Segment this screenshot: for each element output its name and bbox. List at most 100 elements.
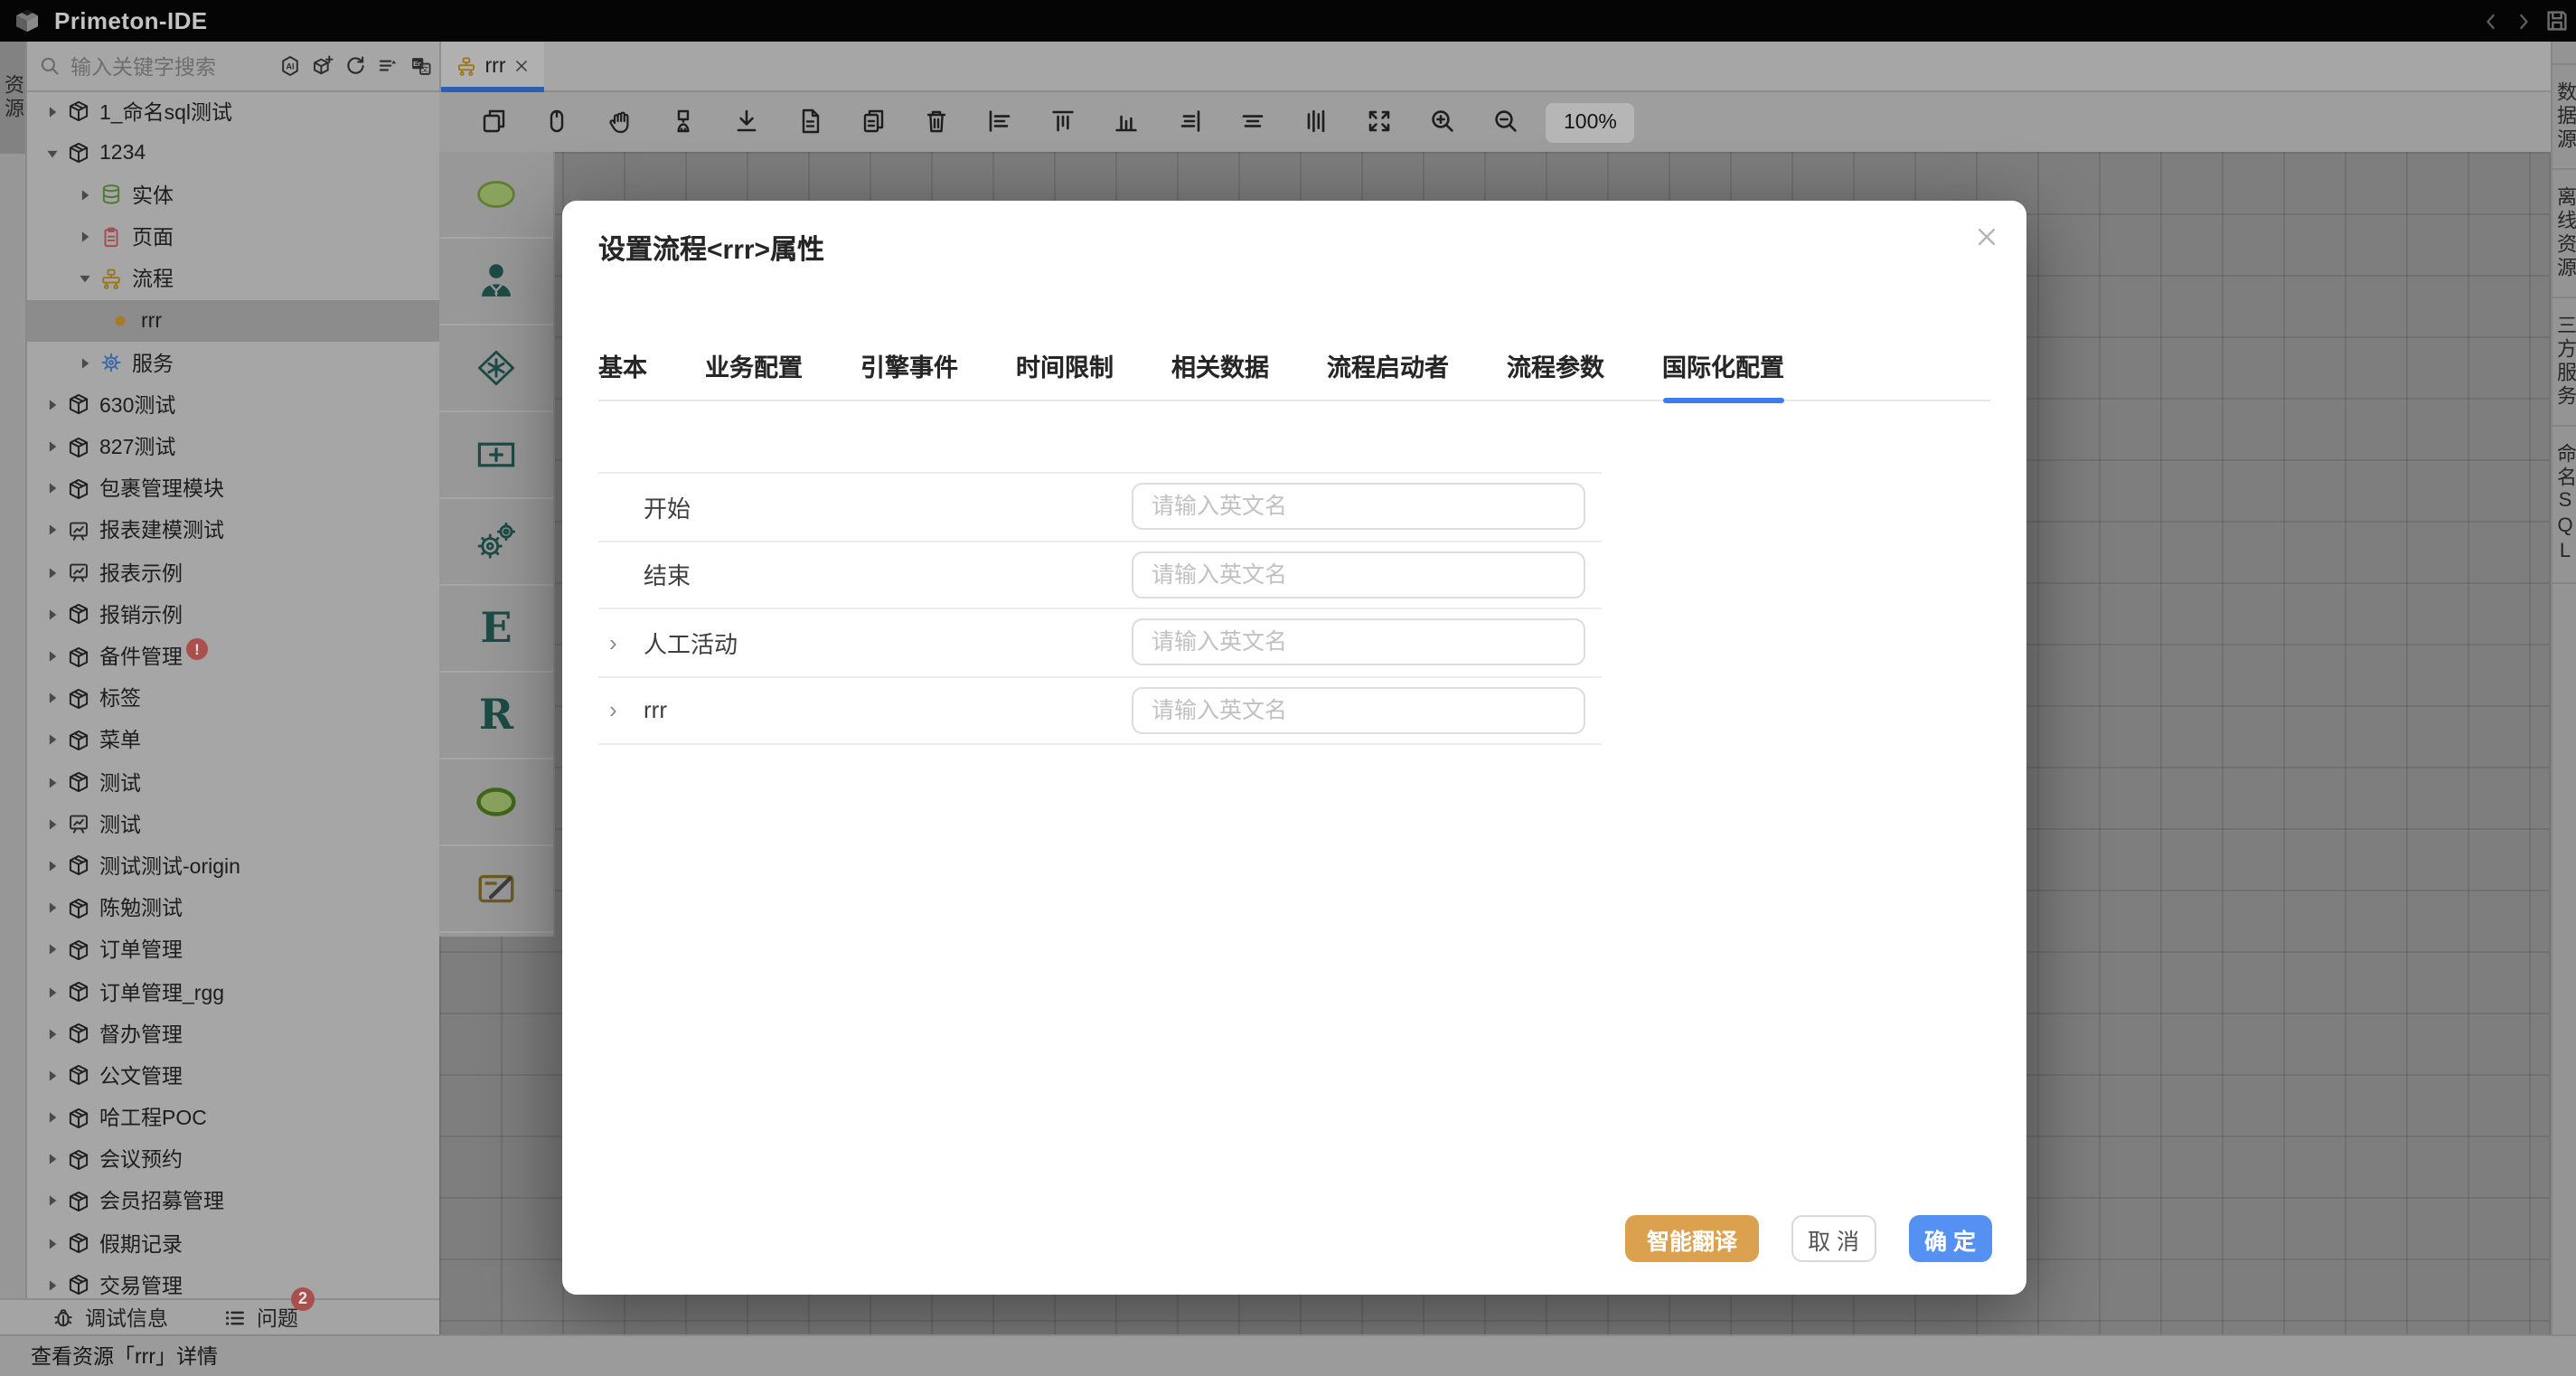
tree-item[interactable]: 公文管理 bbox=[27, 1055, 439, 1097]
nav-forward-button[interactable] bbox=[2507, 5, 2540, 37]
rail-tab-resources[interactable]: 资源 bbox=[0, 42, 25, 154]
caret-right-icon[interactable] bbox=[76, 228, 94, 246]
tree-item[interactable]: 交易管理 bbox=[27, 1265, 439, 1299]
caret-right-icon[interactable] bbox=[43, 1192, 61, 1211]
translate-button[interactable] bbox=[409, 50, 432, 82]
palette-item-form[interactable] bbox=[439, 846, 553, 933]
caret-right-icon[interactable] bbox=[43, 941, 61, 959]
zoom-out-button[interactable] bbox=[1491, 106, 1520, 138]
debug-info-tab[interactable]: 调试信息 bbox=[51, 1304, 168, 1333]
caret-right-icon[interactable] bbox=[43, 899, 61, 917]
problems-tab[interactable]: 问题 2 bbox=[222, 1304, 298, 1333]
caret-right-icon[interactable] bbox=[43, 647, 61, 665]
tree-item[interactable]: 会议预约 bbox=[27, 1138, 439, 1180]
caret-right-icon[interactable] bbox=[43, 1277, 61, 1295]
english-name-input[interactable] bbox=[1132, 484, 1585, 531]
caret-right-icon[interactable] bbox=[43, 1067, 61, 1085]
caret-right-icon[interactable] bbox=[43, 102, 61, 120]
caret-right-icon[interactable] bbox=[43, 563, 61, 581]
expand-chevron-icon[interactable]: › bbox=[609, 631, 635, 655]
right-rail-tab[interactable]: 命名SQL bbox=[2552, 427, 2576, 584]
palette-item-auto[interactable] bbox=[439, 499, 553, 586]
dialog-tab[interactable]: 流程启动者 bbox=[1327, 347, 1449, 400]
zoom-in-button[interactable] bbox=[1428, 106, 1457, 138]
ai-button[interactable] bbox=[278, 50, 302, 82]
caret-right-icon[interactable] bbox=[43, 396, 61, 414]
caret-right-icon[interactable] bbox=[43, 731, 61, 749]
english-name-input[interactable] bbox=[1132, 551, 1585, 598]
tree-item[interactable]: 服务 bbox=[27, 342, 439, 383]
file-button[interactable] bbox=[795, 106, 824, 138]
dialog-tab[interactable]: 国际化配置 bbox=[1662, 347, 1784, 400]
brush-button[interactable] bbox=[669, 106, 698, 138]
dialog-tab[interactable]: 基本 bbox=[598, 347, 647, 400]
tree-item[interactable]: 报表建模测试 bbox=[27, 510, 439, 551]
fullscreen-button[interactable] bbox=[1365, 106, 1394, 138]
smart-translate-button[interactable]: 智能翻译 bbox=[1625, 1215, 1759, 1262]
editor-tab-rrr[interactable]: rrr bbox=[441, 42, 544, 90]
save-button[interactable] bbox=[2540, 5, 2572, 37]
tree-item[interactable]: 测试测试-origin bbox=[27, 845, 439, 887]
palette-item-letter-R[interactable]: R bbox=[439, 673, 553, 759]
dialog-tab[interactable]: 引擎事件 bbox=[860, 347, 958, 400]
palette-item-subprocess[interactable] bbox=[439, 412, 553, 499]
palette-item-end[interactable] bbox=[439, 759, 553, 846]
confirm-button[interactable]: 确 定 bbox=[1908, 1215, 1992, 1262]
caret-down-icon[interactable] bbox=[76, 270, 94, 288]
cancel-button[interactable]: 取 消 bbox=[1791, 1215, 1876, 1262]
tree-item[interactable]: 测试 bbox=[27, 761, 439, 803]
align-top-button[interactable] bbox=[1048, 106, 1077, 138]
tree-item[interactable]: 标签 bbox=[27, 677, 439, 719]
palette-item-decision[interactable] bbox=[439, 325, 553, 412]
expand-chevron-icon[interactable]: › bbox=[609, 699, 635, 722]
nav-back-button[interactable] bbox=[2475, 5, 2507, 37]
dialog-close-button[interactable] bbox=[1972, 222, 2001, 251]
dialog-tab[interactable]: 流程参数 bbox=[1507, 347, 1604, 400]
caret-right-icon[interactable] bbox=[43, 773, 61, 791]
tree-item[interactable]: 实体 bbox=[27, 174, 439, 216]
tree-item[interactable]: 督办管理 bbox=[27, 1013, 439, 1054]
tree-item[interactable]: 827测试 bbox=[27, 426, 439, 467]
dialog-tab[interactable]: 业务配置 bbox=[705, 347, 803, 400]
refresh-button[interactable] bbox=[343, 50, 367, 82]
english-name-input[interactable] bbox=[1132, 687, 1585, 734]
hand-button[interactable] bbox=[606, 106, 635, 138]
copy-button[interactable] bbox=[479, 106, 508, 138]
tab-close-icon[interactable] bbox=[513, 58, 530, 74]
tree-item[interactable]: 流程 bbox=[27, 259, 439, 300]
tree-item[interactable]: 包裹管理模块 bbox=[27, 467, 439, 509]
tree-item[interactable]: 报表示例 bbox=[27, 551, 439, 593]
tree-item[interactable]: 假期记录 bbox=[27, 1222, 439, 1264]
filter-list-button[interactable] bbox=[376, 50, 400, 82]
tree-item[interactable]: 订单管理 bbox=[27, 929, 439, 971]
align-bottom-button[interactable] bbox=[1112, 106, 1141, 138]
mouse-button[interactable] bbox=[542, 106, 571, 138]
align-left-button[interactable] bbox=[985, 106, 1014, 138]
zoom-level-box[interactable]: 100% bbox=[1546, 102, 1635, 142]
caret-down-icon[interactable] bbox=[43, 145, 61, 163]
right-rail-tab[interactable]: 离线资源 bbox=[2552, 170, 2576, 298]
caret-right-icon[interactable] bbox=[43, 606, 61, 624]
palette-item-letter-E[interactable]: E bbox=[439, 586, 553, 673]
caret-right-icon[interactable] bbox=[76, 186, 94, 204]
palette-item-start[interactable] bbox=[439, 152, 553, 239]
tree-item[interactable]: 会员招募管理 bbox=[27, 1181, 439, 1222]
caret-right-icon[interactable] bbox=[43, 815, 61, 834]
caret-right-icon[interactable] bbox=[43, 1024, 61, 1042]
tree-item[interactable]: 备件管理! bbox=[27, 636, 439, 677]
caret-right-icon[interactable] bbox=[76, 353, 94, 372]
caret-right-icon[interactable] bbox=[43, 438, 61, 456]
tree-item[interactable]: 1234 bbox=[27, 132, 439, 174]
tree-item[interactable]: 订单管理_rgg bbox=[27, 971, 439, 1013]
tree-item[interactable]: 报销示例 bbox=[27, 594, 439, 636]
right-rail-tab[interactable]: 三方服务 bbox=[2552, 298, 2576, 427]
trash-button[interactable] bbox=[922, 106, 951, 138]
download-button[interactable] bbox=[732, 106, 761, 138]
caret-right-icon[interactable] bbox=[43, 857, 61, 875]
caret-right-icon[interactable] bbox=[43, 983, 61, 1001]
caret-right-icon[interactable] bbox=[43, 1234, 61, 1252]
caret-right-icon[interactable] bbox=[43, 1151, 61, 1169]
file-copy-button[interactable] bbox=[859, 106, 888, 138]
align-right-button[interactable] bbox=[1175, 106, 1204, 138]
caret-right-icon[interactable] bbox=[43, 689, 61, 707]
